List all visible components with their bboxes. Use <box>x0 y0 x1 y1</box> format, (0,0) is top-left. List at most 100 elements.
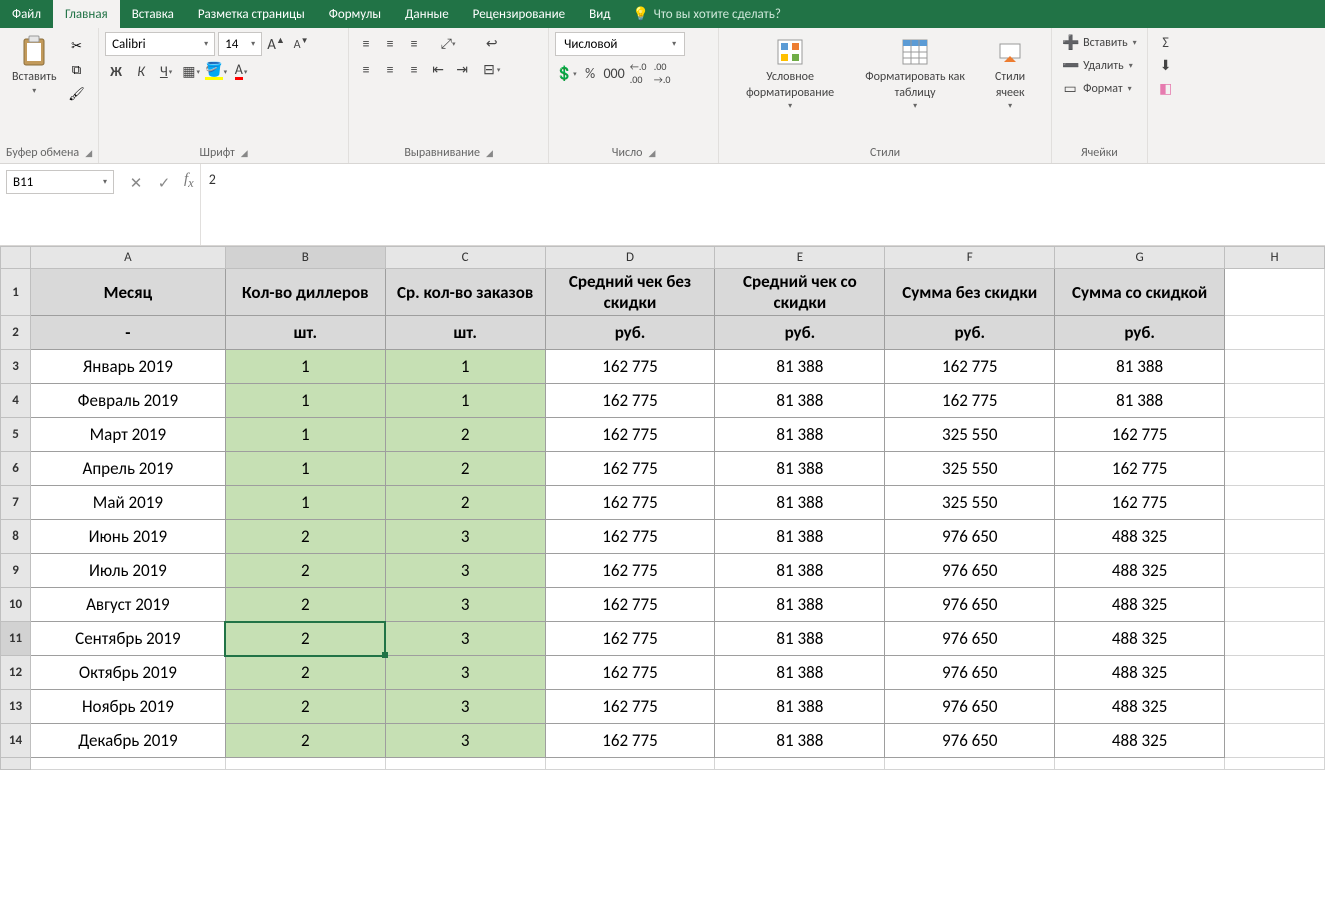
align-top-button[interactable]: ≡ <box>355 32 377 54</box>
tab-главная[interactable]: Главная <box>53 0 120 28</box>
header-cell[interactable]: Средний чек со скидки <box>715 269 885 316</box>
cell-B7[interactable]: 1 <box>225 486 385 520</box>
col-header-A[interactable]: A <box>30 247 225 269</box>
header-cell[interactable]: Сумма со скидкой <box>1055 269 1225 316</box>
cell[interactable] <box>885 758 1055 770</box>
cell-G13[interactable]: 488 325 <box>1055 690 1225 724</box>
cell-F9[interactable]: 976 650 <box>885 554 1055 588</box>
cell-H3[interactable] <box>1225 350 1325 384</box>
col-header-H[interactable]: H <box>1225 247 1325 269</box>
col-header-B[interactable]: B <box>225 247 385 269</box>
row-header-3[interactable]: 3 <box>1 350 31 384</box>
cell-E9[interactable]: 81 388 <box>715 554 885 588</box>
cell[interactable] <box>715 758 885 770</box>
header-cell[interactable]: Средний чек без скидки <box>545 269 715 316</box>
cell-G6[interactable]: 162 775 <box>1055 452 1225 486</box>
cell-G9[interactable]: 488 325 <box>1055 554 1225 588</box>
cell-F14[interactable]: 976 650 <box>885 724 1055 758</box>
cell-A12[interactable]: Октябрь 2019 <box>30 656 225 690</box>
cell-D3[interactable]: 162 775 <box>545 350 715 384</box>
italic-button[interactable]: К <box>130 60 152 82</box>
row-header-13[interactable]: 13 <box>1 690 31 724</box>
cell-H8[interactable] <box>1225 520 1325 554</box>
tab-вид[interactable]: Вид <box>577 0 622 28</box>
comma-button[interactable]: 000 <box>603 62 625 84</box>
fx-icon[interactable]: fx <box>182 164 200 196</box>
cell-G14[interactable]: 488 325 <box>1055 724 1225 758</box>
cell-styles-button[interactable]: Стили ячеек▾ <box>975 32 1045 116</box>
cell-C12[interactable]: 3 <box>385 656 545 690</box>
cell-H5[interactable] <box>1225 418 1325 452</box>
cell-D9[interactable]: 162 775 <box>545 554 715 588</box>
cell-E5[interactable]: 81 388 <box>715 418 885 452</box>
cell-H4[interactable] <box>1225 384 1325 418</box>
cell[interactable] <box>545 758 715 770</box>
cell-F11[interactable]: 976 650 <box>885 622 1055 656</box>
cell-C5[interactable]: 2 <box>385 418 545 452</box>
cell-A5[interactable]: Март 2019 <box>30 418 225 452</box>
font-size-dropdown[interactable]: 14▾ <box>218 32 262 56</box>
cell-B6[interactable]: 1 <box>225 452 385 486</box>
cell-F10[interactable]: 976 650 <box>885 588 1055 622</box>
cell-A13[interactable]: Ноябрь 2019 <box>30 690 225 724</box>
cell-E13[interactable]: 81 388 <box>715 690 885 724</box>
copy-button[interactable]: ⧉ <box>67 60 87 80</box>
align-right-button[interactable]: ≡ <box>403 58 425 80</box>
align-middle-button[interactable]: ≡ <box>379 32 401 54</box>
cell-F6[interactable]: 325 550 <box>885 452 1055 486</box>
cell-F8[interactable]: 976 650 <box>885 520 1055 554</box>
cell-G4[interactable]: 81 388 <box>1055 384 1225 418</box>
merge-button[interactable]: ⊟▾ <box>483 58 500 80</box>
header-cell[interactable]: Ср. кол-во заказов <box>385 269 545 316</box>
row-header-11[interactable]: 11 <box>1 622 31 656</box>
cell-F4[interactable]: 162 775 <box>885 384 1055 418</box>
fill-button[interactable]: ⬇ <box>1154 55 1178 76</box>
row-header-14[interactable]: 14 <box>1 724 31 758</box>
autosum-button[interactable]: Σ <box>1154 32 1178 53</box>
bold-button[interactable]: Ж <box>105 60 127 82</box>
header-cell[interactable]: Месяц <box>30 269 225 316</box>
cell-E12[interactable]: 81 388 <box>715 656 885 690</box>
cell-D12[interactable]: 162 775 <box>545 656 715 690</box>
cell-C11[interactable]: 3 <box>385 622 545 656</box>
cell-D14[interactable]: 162 775 <box>545 724 715 758</box>
cell-E4[interactable]: 81 388 <box>715 384 885 418</box>
tab-данные[interactable]: Данные <box>393 0 461 28</box>
unit-cell[interactable]: шт. <box>385 316 545 350</box>
worksheet-grid[interactable]: ABCDEFGH1МесяцКол-во диллеровСр. кол-во … <box>0 246 1325 770</box>
cell-C10[interactable]: 3 <box>385 588 545 622</box>
cell-B4[interactable]: 1 <box>225 384 385 418</box>
row-header-1[interactable]: 1 <box>1 269 31 316</box>
cell-H9[interactable] <box>1225 554 1325 588</box>
row-header-5[interactable]: 5 <box>1 418 31 452</box>
cell-A9[interactable]: Июль 2019 <box>30 554 225 588</box>
cell-D7[interactable]: 162 775 <box>545 486 715 520</box>
font-color-button[interactable]: A▾ <box>230 60 252 82</box>
delete-cells-button[interactable]: ➖ Удалить ▾ <box>1058 55 1141 76</box>
row-header-4[interactable]: 4 <box>1 384 31 418</box>
format-painter-button[interactable]: 🖌 <box>67 84 87 104</box>
font-name-dropdown[interactable]: Calibri▾ <box>105 32 215 56</box>
cell-F7[interactable]: 325 550 <box>885 486 1055 520</box>
unit-cell[interactable]: руб. <box>1055 316 1225 350</box>
insert-cells-button[interactable]: ➕ Вставить ▾ <box>1058 32 1141 53</box>
cell-D5[interactable]: 162 775 <box>545 418 715 452</box>
cell-C4[interactable]: 1 <box>385 384 545 418</box>
cell-E6[interactable]: 81 388 <box>715 452 885 486</box>
col-header-E[interactable]: E <box>715 247 885 269</box>
col-header-F[interactable]: F <box>885 247 1055 269</box>
cell-A10[interactable]: Август 2019 <box>30 588 225 622</box>
cell-B11[interactable]: 2 <box>225 622 385 656</box>
cell[interactable] <box>385 758 545 770</box>
name-box[interactable]: B11▾ <box>6 170 114 194</box>
tab-формулы[interactable]: Формулы <box>317 0 393 28</box>
paste-button[interactable]: Вставить ▾ <box>6 32 63 100</box>
cell-C13[interactable]: 3 <box>385 690 545 724</box>
cell-D4[interactable]: 162 775 <box>545 384 715 418</box>
align-bottom-button[interactable]: ≡ <box>403 32 425 54</box>
cell-H6[interactable] <box>1225 452 1325 486</box>
cell-G11[interactable]: 488 325 <box>1055 622 1225 656</box>
cell-H10[interactable] <box>1225 588 1325 622</box>
increase-decimal-button[interactable]: ←.0.00 <box>627 62 649 84</box>
cell[interactable] <box>1225 269 1325 316</box>
